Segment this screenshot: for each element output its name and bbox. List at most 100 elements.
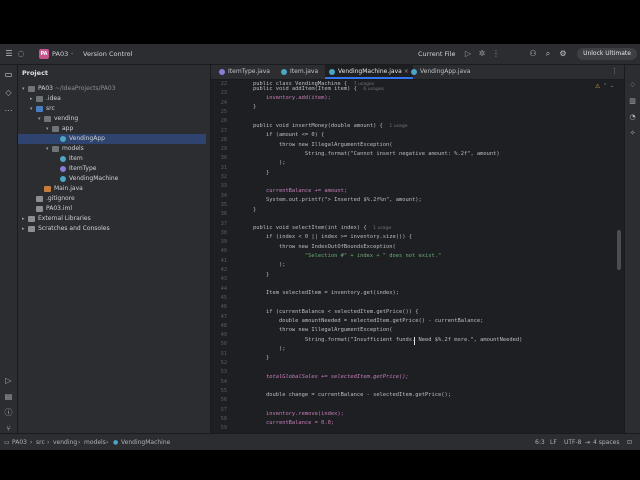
tree-item-idea[interactable]: ▸ .idea [30, 94, 61, 104]
line-number: 45 [220, 294, 227, 301]
tree-item-src[interactable]: ▾ src [30, 104, 55, 114]
main-menu-icon[interactable]: ☰ [4, 49, 14, 59]
package-icon [44, 115, 51, 122]
notifications-icon[interactable]: ♢ [627, 80, 638, 91]
code-line: throw new IndexOutOfBoundsException( [240, 243, 396, 252]
code-text: double change = currentBalance - selecte… [265, 392, 451, 399]
breadcrumb-item[interactable]: PA03 [12, 439, 27, 446]
tab-vendingmachine-java[interactable]: VendingMachine.java × [325, 65, 413, 79]
settings-gear-icon[interactable]: ⚙ [558, 49, 568, 59]
line-number: 32 [220, 174, 227, 180]
usage-hint[interactable]: 1 usage [389, 124, 407, 129]
tree-item-models[interactable]: ▾ models [46, 144, 84, 154]
run-icon[interactable]: ▷ [463, 49, 473, 59]
editor-scrollbar[interactable] [617, 230, 621, 270]
chevron-down-icon[interactable]: ⌄ [610, 83, 614, 89]
code-line: public void insertMoney(double amount) {… [240, 122, 408, 131]
indent-icon: ⇥ [585, 439, 591, 446]
tree-item-vendingapp[interactable]: VendingApp [18, 134, 206, 144]
project-selector[interactable]: PA03 [52, 50, 68, 58]
tree-item-vendingmachine[interactable]: VendingMachine [60, 174, 118, 184]
code-text: Item selectedItem = inventory.get(index)… [265, 290, 400, 296]
folder-icon [36, 95, 43, 102]
line-number: 43 [220, 276, 227, 283]
line-number: 55 [220, 387, 227, 394]
tree-item-app[interactable]: ▾ app [46, 124, 73, 134]
code-text: currentBalance = 0.0; [265, 420, 335, 427]
chevron-up-icon[interactable]: ⌃ [603, 83, 607, 89]
line-number: 47 [220, 313, 227, 320]
code-editor[interactable]: public class VendingMachine { 7 usages p… [240, 80, 620, 433]
file-encoding[interactable]: UTF-8 [564, 439, 582, 446]
structure-tool-icon[interactable]: ⋯ [3, 105, 14, 116]
tree-item-vending[interactable]: ▾ vending [38, 114, 78, 124]
breadcrumb-item[interactable]: VendingMachine [121, 439, 170, 446]
tree-item-label: models [62, 145, 84, 152]
code-line: String.format("Cannot insert negative am… [240, 150, 500, 159]
line-number: 34 [220, 192, 227, 199]
project-badge: PA [39, 49, 49, 59]
tree-item-external-libraries[interactable]: ▸ External Libraries [22, 214, 91, 224]
collaboration-icon[interactable]: ⚇ [528, 49, 538, 59]
window-controls-icon[interactable]: ◌ [16, 49, 26, 59]
run-tool-icon[interactable]: ▷ [3, 375, 14, 386]
unlock-ultimate-button[interactable]: Unlock Ultimate [577, 48, 637, 60]
tab-vendingapp-java[interactable]: VendingApp.java [407, 65, 474, 79]
warning-icon[interactable]: ⚠ [595, 83, 600, 90]
ai-assistant-icon[interactable]: ✧ [627, 128, 638, 139]
commit-tool-icon[interactable]: ◇ [3, 87, 14, 98]
lock-icon[interactable]: ⊡ [627, 439, 632, 446]
tree-item-project-root[interactable]: ▾ PA03 ~/IdeaProjects/PA03 [22, 84, 116, 94]
usage-hint[interactable]: 1 usage [373, 226, 391, 231]
package-icon [52, 145, 59, 152]
tab-label: VendingApp.java [420, 68, 471, 75]
breadcrumb-separator: › [47, 439, 50, 446]
breadcrumb-item[interactable]: src [36, 439, 45, 446]
debug-icon[interactable]: ✲ [477, 49, 487, 59]
code-line: ); [240, 159, 286, 168]
gradle-icon[interactable]: ◔ [627, 112, 638, 123]
code-text: if (index < 0 || index >= inventory.size… [265, 234, 413, 241]
chevron-down-icon: ⌄ [70, 50, 75, 56]
tree-item-label: PA03.iml [46, 205, 73, 212]
usage-hint[interactable]: 6 usages [363, 87, 384, 92]
terminal-tool-icon[interactable]: ▤ [3, 391, 14, 402]
caret-position[interactable]: 6:3 [535, 439, 545, 446]
code-line: } [240, 354, 269, 363]
line-number: 37 [220, 220, 227, 227]
line-number: 23 [220, 90, 227, 97]
code-text: } [252, 206, 257, 213]
code-text: String.format("Cannot insert negative am… [304, 150, 500, 157]
tab-itemtype-java[interactable]: ItemType.java [215, 65, 274, 79]
project-tool-icon[interactable]: ▭ [3, 69, 14, 80]
tree-item-itemtype[interactable]: ItemType [60, 164, 96, 174]
breadcrumb-item[interactable]: vending [53, 439, 77, 446]
tab-item-java[interactable]: Item.java [277, 65, 322, 79]
chevron-down-icon[interactable]: ⌄ [45, 69, 49, 75]
line-number: 28 [220, 136, 227, 143]
tree-item-gitignore[interactable]: .gitignore [36, 194, 75, 204]
tree-item-label: .gitignore [46, 195, 75, 202]
run-config-selector[interactable]: Current File [418, 50, 455, 58]
code-text: System.out.printf("> Inserted $%.2f%n", … [265, 197, 422, 204]
tree-item-iml[interactable]: PA03.iml [36, 204, 72, 214]
line-number: 49 [220, 332, 227, 339]
line-separator[interactable]: LF [550, 439, 557, 446]
tree-item-scratches[interactable]: ▸ Scratches and Consoles [22, 224, 110, 234]
database-icon[interactable]: ▥ [627, 96, 638, 107]
indent-setting[interactable]: 4 spaces [593, 439, 619, 446]
breadcrumb-item[interactable]: models [84, 439, 106, 446]
code-text: public void selectItem(int index) { [252, 225, 367, 231]
file-icon [36, 205, 43, 212]
more-tabs-icon[interactable]: ⋮ [611, 67, 618, 75]
left-tool-stripe: ▭ ◇ ⋯ ▷ ▤ ⓘ ⑂ [0, 65, 18, 433]
problems-tool-icon[interactable]: ⓘ [3, 407, 14, 418]
line-number: 51 [220, 350, 227, 357]
code-line: public void selectItem(int index) { 1 us… [240, 224, 391, 233]
more-actions-icon[interactable]: ⋮ [491, 49, 501, 59]
tree-item-item[interactable]: Item [60, 154, 83, 164]
code-text: inventory.remove(index); [265, 410, 344, 417]
code-line: if (amount <= 0) { [240, 131, 324, 140]
search-icon[interactable]: ⌕ [543, 49, 553, 59]
tree-item-main-java[interactable]: Main.java [44, 184, 83, 194]
